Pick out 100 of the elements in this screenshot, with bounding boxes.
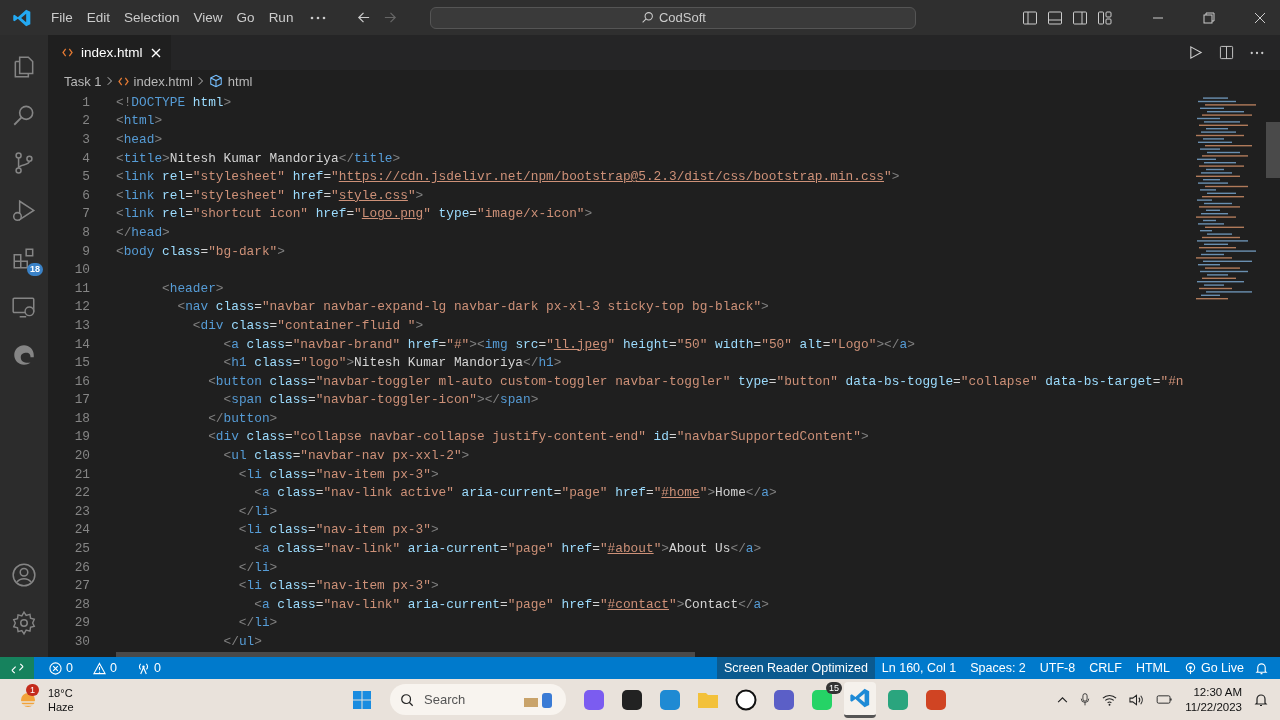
line-number: 1 [81, 94, 91, 110]
status-item[interactable]: Spaces: 2 [963, 657, 1033, 679]
menu-item[interactable]: View [186, 7, 230, 28]
error-icon [49, 661, 62, 675]
line-number: 11 [73, 280, 91, 296]
circle-logo-icon [735, 688, 757, 711]
run-debug-icon[interactable] [11, 198, 37, 224]
code-line: <body class="bg-dark"> [116, 243, 285, 259]
app-icon [583, 688, 605, 711]
temperature-text: 18°C [48, 685, 74, 700]
line-number: 27 [73, 578, 91, 594]
more-icon[interactable] [1250, 50, 1264, 55]
line-number: 14 [73, 336, 91, 352]
chevron-up-icon[interactable] [1057, 696, 1069, 703]
vscode-logo-icon [12, 7, 32, 28]
line-number: 29 [73, 615, 91, 631]
line-number: 17 [73, 392, 91, 408]
line-number: 24 [73, 522, 91, 538]
status-item[interactable]: 0 [85, 657, 124, 679]
breadcrumb-item[interactable]: Task 1 [64, 73, 102, 89]
weather-condition: Haze [48, 699, 74, 714]
weather-widget[interactable]: 1 18°C Haze [0, 685, 320, 714]
code-line: </li> [237, 615, 278, 631]
layout-icon[interactable] [1097, 9, 1113, 26]
chevron-right-icon [197, 76, 204, 86]
taskbar-search-field[interactable]: Search [390, 684, 566, 715]
status-item[interactable]: HTML [1128, 657, 1177, 679]
code-line: <head> [116, 132, 163, 147]
secondary-sidebar-icon[interactable] [1072, 9, 1088, 26]
close-icon[interactable] [1254, 11, 1266, 24]
search-icon [400, 692, 414, 707]
line-number: 10 [73, 262, 91, 278]
account-icon[interactable] [11, 562, 37, 588]
code-line: <title>Nitesh Kumar Mandoriya</title> [116, 150, 401, 166]
settings-icon[interactable] [11, 610, 37, 636]
windows-start-icon[interactable] [352, 689, 372, 710]
taskbar-app[interactable] [844, 681, 876, 718]
wifi-icon[interactable] [1102, 693, 1118, 706]
menu-item[interactable]: File [44, 7, 80, 28]
back-arrow-icon[interactable] [356, 10, 372, 25]
badge: 18 [27, 263, 43, 276]
code-line: <link rel="stylesheet" href="style.css"> [116, 187, 424, 203]
warning-icon [92, 661, 106, 675]
editor-tab[interactable]: index.html [48, 35, 171, 70]
status-item[interactable]: UTF-8 [1032, 657, 1083, 679]
code-line: <nav class="navbar navbar-expand-lg navbar-dark px-xl-3 sticky-top bg-black"> [176, 299, 769, 315]
line-number: 22 [73, 485, 91, 501]
app-icon [925, 688, 947, 711]
line-number: 25 [73, 541, 91, 557]
breadcrumb-item[interactable]: index.html [117, 73, 193, 89]
code-line: </li> [237, 559, 278, 575]
line-number: 3 [81, 132, 91, 147]
remote-icon [10, 661, 24, 675]
breadcrumb-item[interactable]: html [208, 73, 253, 89]
volume-icon[interactable] [1129, 693, 1145, 706]
notification-badge: 1 [26, 683, 39, 696]
status-item[interactable]: Screen Reader Optimized [717, 657, 875, 679]
sidebar-toggle-icon[interactable] [1022, 9, 1038, 26]
restore-icon[interactable] [1203, 11, 1215, 24]
go-live-button[interactable]: Go Live [1176, 657, 1251, 679]
clock[interactable]: 12:30 AM 11/22/2023 [1185, 684, 1242, 715]
line-number: 8 [81, 224, 91, 240]
menu-item[interactable]: Edit [79, 7, 118, 28]
line-number: 12 [73, 299, 91, 315]
menu-item[interactable]: Selection [117, 7, 187, 28]
microphone-icon[interactable] [1080, 692, 1091, 707]
notification-badge: 15 [826, 681, 842, 694]
status-item[interactable]: CRLF [1082, 657, 1129, 679]
line-number: 26 [73, 559, 91, 575]
code-line: <header> [161, 280, 224, 296]
scrollbar-thumb[interactable] [116, 652, 695, 657]
code-line: <span class="navbar-toggler-icon"></span> [222, 392, 539, 408]
line-number: 9 [81, 243, 91, 259]
command-search-field[interactable]: CodSoft [430, 6, 917, 29]
status-item[interactable]: 0 [42, 657, 80, 679]
line-number: 28 [73, 596, 91, 612]
line-number: 5 [81, 169, 91, 185]
line-number: 7 [81, 206, 91, 222]
line-number: 13 [73, 317, 91, 333]
run-icon[interactable] [1188, 45, 1203, 60]
bell-icon[interactable] [1255, 661, 1268, 675]
notification-bell-icon[interactable] [1254, 692, 1268, 707]
line-number: 21 [73, 466, 91, 482]
split-editor-icon[interactable] [1219, 45, 1234, 60]
line-number: 20 [73, 448, 91, 464]
code-line: <a class="nav-link" aria-current="page" href="#about">About Us</a> [253, 541, 762, 557]
panel-toggle-icon[interactable] [1047, 9, 1063, 26]
status-item[interactable]: Ln 160, Col 1 [874, 657, 964, 679]
more-icon[interactable] [310, 15, 327, 20]
status-item[interactable]: 0 [129, 657, 168, 679]
code-line: <link rel="stylesheet" href="https://cdn.jsdelivr.net/npm/bootstrap@5.2.3/dist/css/bootstrap.min.css"> [116, 169, 900, 185]
app-icon [887, 688, 909, 711]
remote-indicator[interactable] [0, 657, 34, 679]
cube-icon [208, 74, 223, 88]
scrollbar-thumb[interactable] [1266, 122, 1280, 178]
line-number: 2 [81, 113, 91, 129]
battery-icon[interactable] [1156, 694, 1174, 705]
menu-item[interactable]: Go [229, 7, 262, 28]
edge-icon[interactable] [11, 342, 37, 368]
menu-item[interactable]: Run [261, 7, 301, 28]
